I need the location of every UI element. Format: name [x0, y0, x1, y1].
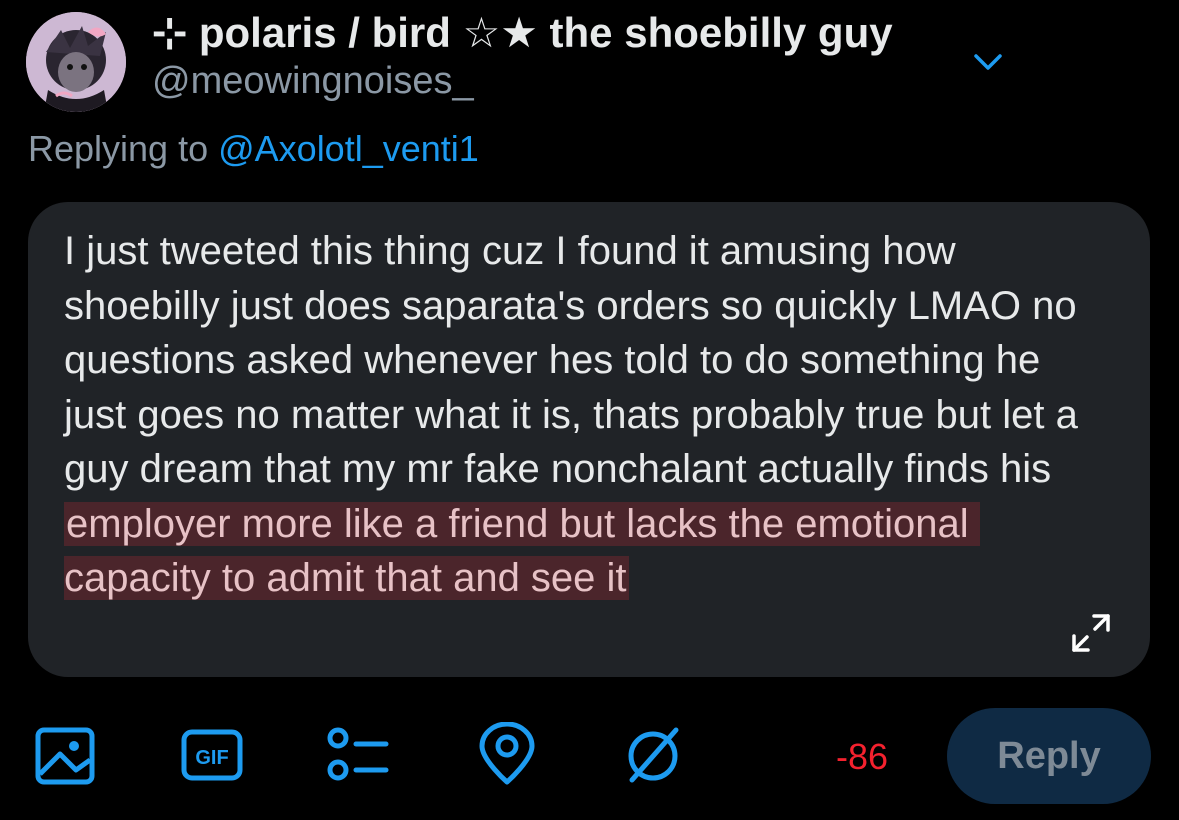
tweet-text-over-limit: employer more like a friend but lacks th… [64, 501, 980, 600]
reply-button[interactable]: Reply [947, 708, 1151, 804]
gif-icon[interactable]: GIF [180, 722, 246, 788]
handle: @meowingnoises_ [152, 60, 474, 102]
replying-to: Replying to @Axolotl_venti1 [28, 128, 479, 170]
location-icon[interactable] [474, 722, 540, 788]
avatar-image [26, 12, 126, 112]
compose-box[interactable]: I just tweeted this thing cuz I found it… [28, 202, 1150, 677]
mention-link[interactable]: @Axolotl_venti1 [218, 128, 479, 169]
poll-icon[interactable] [326, 722, 392, 788]
character-counter: -86 [836, 736, 889, 777]
gif-label: GIF [195, 747, 228, 769]
tweet-text-within-limit: I just tweeted this thing cuz I found it… [64, 229, 1089, 491]
display-name: ⊹ polaris / bird ☆★ the shoebilly guy [152, 9, 893, 56]
avatar[interactable] [26, 12, 126, 112]
tweet-textarea[interactable]: I just tweeted this thing cuz I found it… [64, 224, 1084, 606]
replying-to-prefix: Replying to [28, 128, 219, 169]
circle-slash-icon[interactable] [620, 722, 686, 788]
chevron-down-icon[interactable] [968, 42, 1008, 82]
image-icon[interactable] [32, 722, 98, 788]
expand-icon[interactable] [1068, 610, 1114, 656]
